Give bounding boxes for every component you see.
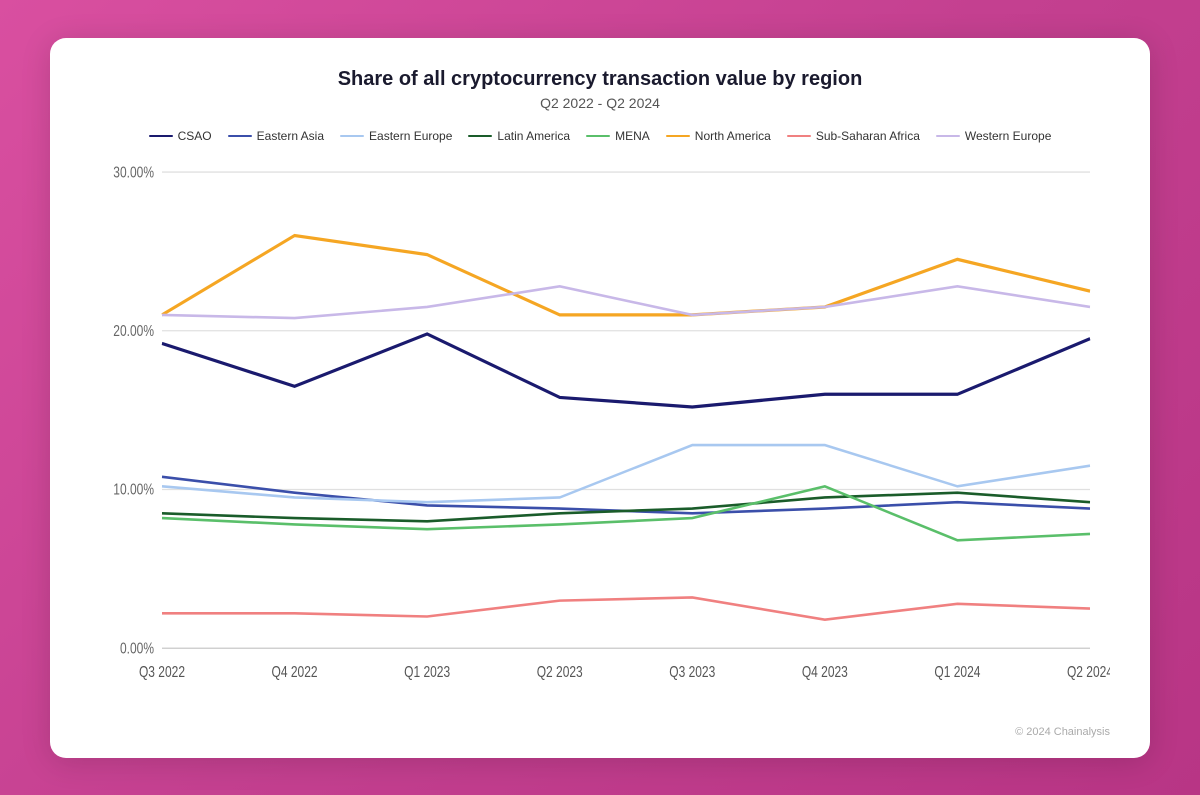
svg-text:Q2 2023: Q2 2023 (537, 662, 583, 680)
svg-text:0.00%: 0.00% (120, 638, 154, 656)
svg-text:Q4 2023: Q4 2023 (802, 662, 848, 680)
chart-title: Share of all cryptocurrency transaction … (90, 68, 1110, 91)
svg-text:Q4 2022: Q4 2022 (272, 662, 318, 680)
legend-item: Eastern Asia (228, 129, 324, 143)
svg-text:Q2 2024: Q2 2024 (1067, 662, 1110, 680)
chart-card: Share of all cryptocurrency transaction … (50, 38, 1150, 758)
svg-text:10.00%: 10.00% (113, 480, 154, 498)
svg-text:Q3 2022: Q3 2022 (139, 662, 185, 680)
legend-item: North America (666, 129, 771, 143)
svg-text:30.00%: 30.00% (113, 162, 154, 180)
chart-area: 0.00% 10.00% 20.00% 30.00% Q3 2022 Q4 2022 Q1 … (90, 159, 1110, 720)
svg-text:20.00%: 20.00% (113, 321, 154, 339)
svg-text:Q3 2023: Q3 2023 (669, 662, 715, 680)
legend-item: Sub-Saharan Africa (787, 129, 920, 143)
legend-item: Latin America (468, 129, 570, 143)
legend-item: CSAO (149, 129, 212, 143)
chart-subtitle: Q2 2022 - Q2 2024 (90, 95, 1110, 111)
svg-text:Q1 2024: Q1 2024 (934, 662, 980, 680)
svg-text:Q1 2023: Q1 2023 (404, 662, 450, 680)
legend-item: MENA (586, 129, 650, 143)
legend-item: Western Europe (936, 129, 1052, 143)
footer: © 2024 Chainalysis (90, 726, 1110, 738)
legend: CSAO Eastern Asia Eastern Europe Latin Amer… (90, 129, 1110, 143)
legend-item: Eastern Europe (340, 129, 452, 143)
